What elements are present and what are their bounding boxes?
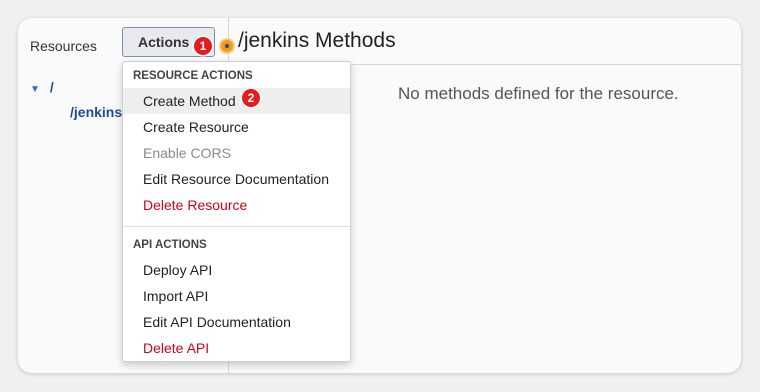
- empty-methods-message: No methods defined for the resource.: [398, 84, 679, 103]
- menu-item-delete-api[interactable]: Delete API: [123, 335, 350, 361]
- menu-item-edit-api-documentation[interactable]: Edit API Documentation: [123, 309, 350, 335]
- menu-item-enable-cors[interactable]: Enable CORS: [123, 140, 350, 166]
- menu-item-create-resource[interactable]: Create Resource: [123, 114, 350, 140]
- cursor-marker-icon: [221, 40, 233, 52]
- page-title: /jenkins Methods: [238, 29, 396, 52]
- tree-root-label: /: [49, 79, 54, 95]
- step-badge-2: 2: [242, 89, 260, 107]
- menu-section-api-actions: API ACTIONS: [133, 239, 207, 251]
- step-badge-1: 1: [194, 37, 212, 55]
- actions-dropdown-menu: RESOURCE ACTIONS Create Method Create Re…: [122, 61, 351, 362]
- menu-item-edit-resource-documentation[interactable]: Edit Resource Documentation: [123, 166, 350, 192]
- tree-child-label: /jenkins: [70, 104, 123, 120]
- menu-item-delete-resource[interactable]: Delete Resource: [123, 192, 350, 218]
- menu-divider: [123, 226, 350, 227]
- tree-item-root[interactable]: ▼ /: [30, 79, 54, 95]
- expand-triangle-icon[interactable]: ▼: [30, 84, 40, 95]
- resources-heading: Resources: [30, 38, 97, 54]
- menu-section-resource-actions: RESOURCE ACTIONS: [133, 70, 253, 82]
- menu-item-create-method[interactable]: Create Method: [123, 88, 350, 114]
- menu-item-import-api[interactable]: Import API: [123, 283, 350, 309]
- menu-item-deploy-api[interactable]: Deploy API: [123, 257, 350, 283]
- actions-button-label: Actions: [138, 34, 190, 50]
- tree-item-jenkins[interactable]: /jenkins: [70, 104, 122, 120]
- api-gateway-panel: Resources Actions ▼ / /jenkins /jenkins M…: [18, 18, 741, 373]
